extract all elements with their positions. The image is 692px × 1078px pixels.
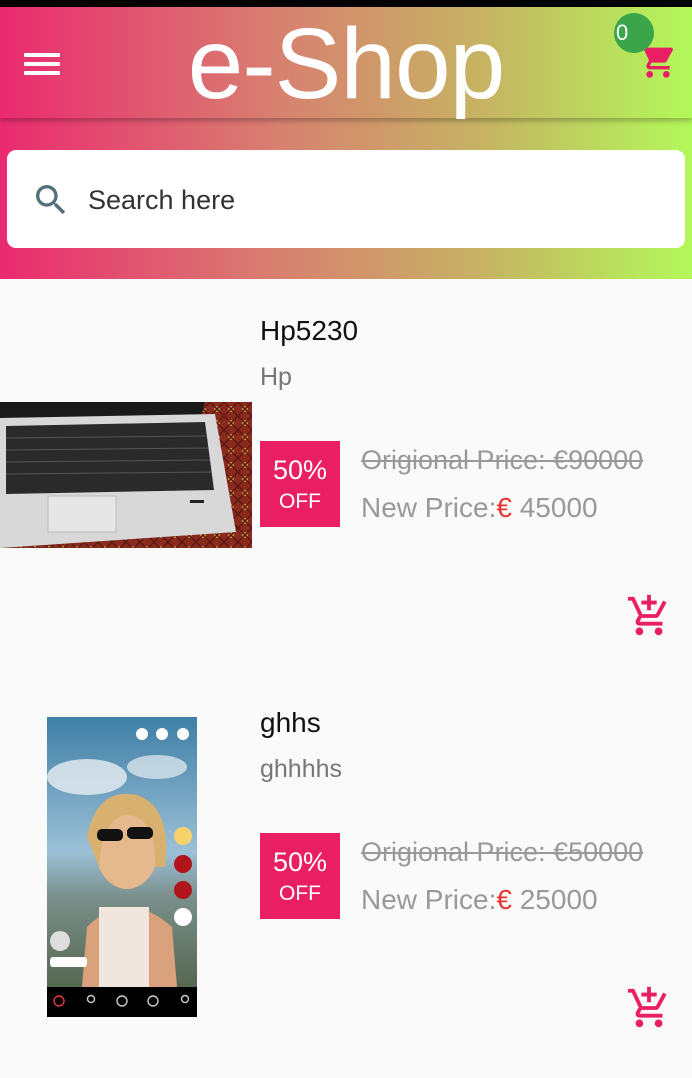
status-bar xyxy=(0,0,692,7)
new-price-value: 45000 xyxy=(511,492,598,523)
original-price: Origional Price: €50000 xyxy=(361,837,644,867)
product-image-phone-screenshot xyxy=(47,717,197,1017)
app-title: e-Shop xyxy=(187,8,505,120)
new-price: New Price:€ 45000 xyxy=(361,492,598,524)
search-icon xyxy=(36,185,66,215)
add-shopping-cart-icon[interactable] xyxy=(626,593,672,639)
product-brand: Hp xyxy=(260,363,292,391)
product-name: Hp5230 xyxy=(260,315,359,346)
discount-percent: 50% xyxy=(272,847,328,877)
discount-badge: 50% OFF xyxy=(260,833,340,919)
discount-percent: 50% xyxy=(272,455,328,485)
new-price-value: 25000 xyxy=(511,884,598,915)
product-image-laptop xyxy=(0,402,252,548)
product-card[interactable]: ghhs ghhhhs 50% OFF Origional Price: €50… xyxy=(0,671,692,1063)
search-box[interactable] xyxy=(7,150,685,248)
product-name: ghhs xyxy=(260,707,321,738)
discount-badge: 50% OFF xyxy=(260,441,340,527)
new-price-label: New Price: xyxy=(361,884,497,915)
app-bar: e-Shop 0 xyxy=(0,7,692,120)
cart-count-badge: 0 xyxy=(614,13,654,53)
discount-off-label: OFF xyxy=(279,490,321,513)
discount-off-label: OFF xyxy=(279,882,321,905)
add-shopping-cart-icon[interactable] xyxy=(626,985,672,1031)
product-card[interactable]: Hp5230 Hp 50% OFF Origional Price: €9000… xyxy=(0,279,692,671)
header: e-Shop 0 xyxy=(0,7,692,279)
new-price-label: New Price: xyxy=(361,492,497,523)
cart-button[interactable]: 0 xyxy=(612,13,684,85)
currency-symbol: € xyxy=(496,884,512,915)
currency-symbol: € xyxy=(496,492,512,523)
original-price: Origional Price: €90000 xyxy=(361,445,644,475)
search-input[interactable] xyxy=(86,176,650,224)
new-price: New Price:€ 25000 xyxy=(361,884,598,916)
product-brand: ghhhhs xyxy=(260,755,343,783)
